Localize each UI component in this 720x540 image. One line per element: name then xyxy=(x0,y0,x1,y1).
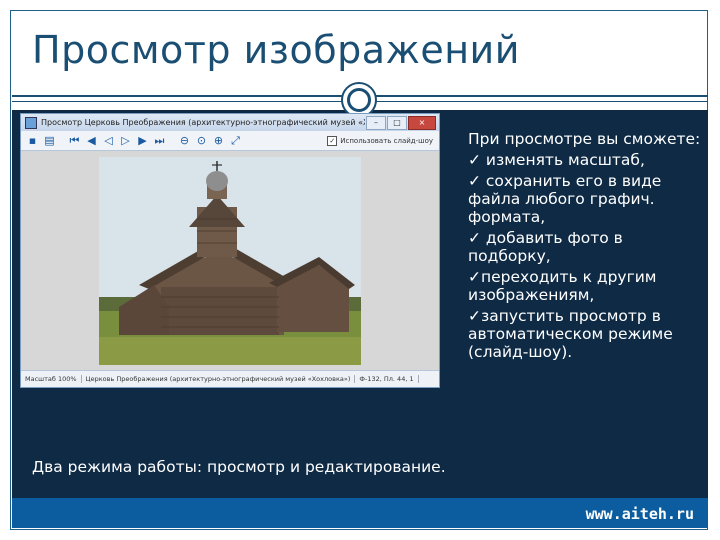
previous-image-icon[interactable]: ◀ xyxy=(84,133,99,148)
caption-status: Церковь Преображения (архитектурно-этног… xyxy=(82,375,356,383)
zoom-in-icon[interactable]: ⊕ xyxy=(211,133,226,148)
feature-item: ✓запустить просмотр в автоматическом реж… xyxy=(468,307,673,361)
slideshow-label: Использовать слайд-шоу xyxy=(340,136,433,145)
footer-url[interactable]: www.aiteh.ru xyxy=(586,505,694,523)
first-image-icon[interactable]: ⏮ xyxy=(67,133,82,148)
status-bar: Масштаб 100% Церковь Преображения (архит… xyxy=(21,370,439,387)
id-status: Ф-132, Пл. 44, 1 xyxy=(355,375,419,383)
minimize-button[interactable]: – xyxy=(366,116,386,130)
maximize-button[interactable]: □ xyxy=(387,116,407,130)
feature-item: ✓ изменять масштаб, xyxy=(468,151,645,169)
fit-to-window-icon[interactable]: ⤢ xyxy=(228,133,243,148)
close-button[interactable]: × xyxy=(408,116,436,130)
image-viewport xyxy=(21,151,439,371)
slide-title: Просмотр изображений xyxy=(32,28,520,72)
church-photo xyxy=(99,157,361,365)
zoom-out-icon[interactable]: ⊖ xyxy=(177,133,192,148)
modes-text: Два режима работы: просмотр и редактиров… xyxy=(32,458,446,476)
add-to-collection-icon[interactable]: ▤ xyxy=(42,133,57,148)
window-titlebar: Просмотр Церковь Преображения (архитекту… xyxy=(21,114,439,131)
feature-item: ✓переходить к другим изображениям, xyxy=(468,268,657,304)
feature-item: ✓ сохранить его в виде файла любого граф… xyxy=(468,172,662,226)
save-icon[interactable]: ▪ xyxy=(25,133,40,148)
zoom-status: Масштаб 100% xyxy=(21,375,82,383)
next-step-icon[interactable]: ▷ xyxy=(118,133,133,148)
window-title: Просмотр Церковь Преображения (архитекту… xyxy=(41,118,365,127)
viewer-toolbar: ▪ ▤ ⏮ ◀ ◁ ▷ ▶ ⏭ ⊖ ⊙ ⊕ ⤢ ✓ Использовать с… xyxy=(21,131,439,151)
feature-item: ✓ добавить фото в подборку, xyxy=(468,229,623,265)
feature-list: При просмотре вы сможете: ✓ изменять мас… xyxy=(468,130,702,364)
next-image-icon[interactable]: ▶ xyxy=(135,133,150,148)
app-icon xyxy=(25,116,37,129)
previous-step-icon[interactable]: ◁ xyxy=(101,133,116,148)
checkbox-icon[interactable]: ✓ xyxy=(327,135,338,146)
window-controls: – □ × xyxy=(365,116,436,130)
viewer-window: Просмотр Церковь Преображения (архитекту… xyxy=(20,113,440,388)
last-image-icon[interactable]: ⏭ xyxy=(152,133,167,148)
zoom-icon[interactable]: ⊙ xyxy=(194,133,209,148)
slideshow-checkbox[interactable]: ✓ Использовать слайд-шоу xyxy=(327,135,433,146)
feature-intro: При просмотре вы сможете: xyxy=(468,130,701,148)
footer-bar: www.aiteh.ru xyxy=(12,498,708,528)
